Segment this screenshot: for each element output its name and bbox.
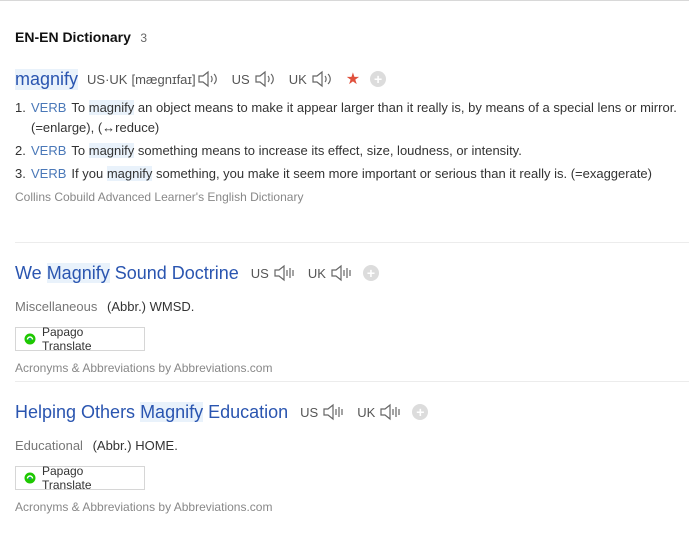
category-label: Educational: [15, 438, 83, 453]
headword-link[interactable]: Helping Others Magnify Education: [15, 401, 289, 423]
category-label: Miscellaneous: [15, 299, 98, 314]
speaker-icon[interactable]: [196, 70, 220, 88]
speaker-icon-uk[interactable]: [378, 403, 402, 421]
entry-head-row: Helping Others Magnify Education US UK +: [15, 399, 689, 425]
star-icon[interactable]: ★: [346, 69, 360, 89]
pronunciation-us-uk: US·UK [mægnɪfaɪ]: [87, 70, 220, 88]
definition-list: 1. VERB To magnify an object means to mak…: [15, 98, 689, 184]
source-link[interactable]: Acronyms & Abbreviations by Abbreviation…: [15, 500, 689, 514]
section-header: EN-EN Dictionary 3: [15, 29, 147, 47]
speaker-icon-uk[interactable]: [310, 70, 334, 88]
headword-highlight: Magnify: [46, 262, 110, 283]
definition-text: VERB To magnify an object means to make i…: [31, 98, 689, 138]
definition-number: 3.: [15, 166, 26, 181]
us-label: US: [250, 265, 269, 281]
definition-text: VERB If you magnify something, you make i…: [31, 164, 689, 184]
definition-number: 1.: [15, 100, 26, 115]
abbreviation-text: (Abbr.) WMSD.: [107, 299, 195, 314]
plus-icon[interactable]: +: [370, 71, 387, 87]
uk-label: UK: [288, 71, 307, 87]
definition-pre: To: [71, 100, 89, 115]
definition-text: VERB To magnify something means to increa…: [31, 141, 689, 161]
category-row: Educational (Abbr.) HOME.: [15, 438, 689, 453]
part-of-speech: VERB: [31, 100, 67, 115]
pronunciation-us: US: [232, 70, 277, 88]
papago-translate-button[interactable]: Papago Translate: [15, 464, 145, 492]
pronunciation-uk: UK: [357, 403, 402, 421]
uk-label: UK: [357, 404, 376, 420]
result-count: 3: [140, 31, 148, 45]
definition-highlight: magnify: [88, 143, 135, 158]
ipa-text: [mægnɪfaɪ]: [131, 71, 196, 87]
definition-post: something, you make it seem more importa…: [152, 166, 652, 181]
speaker-icon-us[interactable]: [253, 70, 277, 88]
uk-label: UK: [307, 265, 326, 281]
headword-post: Sound Doctrine: [109, 262, 239, 283]
definition-post: something means to increase its effect, …: [134, 143, 522, 158]
definition-item: 2. VERB To magnify something means to inc…: [15, 141, 689, 161]
definition-highlight: magnify: [88, 100, 135, 115]
pronunciation-uk: UK: [308, 264, 353, 282]
plus-icon[interactable]: +: [362, 265, 379, 281]
speaker-icon-us[interactable]: [321, 403, 345, 421]
entry-head-row: We Magnify Sound Doctrine US UK +: [15, 260, 689, 286]
headword-pre: Helping Others: [15, 401, 141, 422]
headword-link[interactable]: We Magnify Sound Doctrine: [15, 262, 239, 284]
category-row: Miscellaneous (Abbr.) WMSD.: [15, 299, 689, 314]
top-border: [0, 0, 689, 1]
papago-icon: [24, 333, 36, 345]
headword-link[interactable]: magnify: [15, 68, 79, 90]
definition-pre: To: [71, 143, 89, 158]
papago-translate-button[interactable]: Papago Translate: [15, 325, 145, 353]
definition-item: 1. VERB To magnify an object means to mak…: [15, 98, 689, 138]
headword-pre: We: [15, 262, 47, 283]
section-title: EN-EN Dictionary: [15, 29, 131, 45]
papago-label: Papago Translate: [41, 325, 92, 353]
pronunciation-us: US: [300, 403, 345, 421]
pron-label: US·UK: [87, 71, 128, 87]
plus-icon[interactable]: +: [412, 404, 429, 420]
entry-wmsd: We Magnify Sound Doctrine US UK + Miscel…: [15, 260, 689, 375]
papago-icon: [24, 472, 36, 484]
entry-magnify: magnify US·UK [mægnɪfaɪ] US UK ★ + 1. VE…: [15, 66, 689, 204]
definition-item: 3. VERB If you magnify something, you mak…: [15, 164, 689, 184]
abbreviation-text: (Abbr.) HOME.: [92, 438, 178, 453]
divider: [15, 242, 689, 243]
source-link[interactable]: Collins Cobuild Advanced Learner's Engli…: [15, 190, 689, 204]
part-of-speech: VERB: [31, 166, 67, 181]
definition-highlight: magnify: [106, 166, 153, 181]
divider: [15, 381, 689, 382]
papago-label: Papago Translate: [41, 464, 92, 492]
part-of-speech: VERB: [31, 143, 67, 158]
headword-highlight: Magnify: [140, 401, 204, 422]
us-label: US: [300, 404, 319, 420]
pronunciation-us: US: [251, 264, 296, 282]
headword-post: Education: [203, 401, 289, 422]
definition-number: 2.: [15, 143, 26, 158]
definition-pre: If you: [71, 166, 107, 181]
entry-home: Helping Others Magnify Education US UK +…: [15, 399, 689, 514]
entry-head-row: magnify US·UK [mægnɪfaɪ] US UK ★ +: [15, 66, 689, 92]
pronunciation-uk: UK: [289, 70, 334, 88]
speaker-icon-uk[interactable]: [329, 264, 353, 282]
source-link[interactable]: Acronyms & Abbreviations by Abbreviation…: [15, 361, 689, 375]
speaker-icon-us[interactable]: [272, 264, 296, 282]
us-label: US: [231, 71, 250, 87]
